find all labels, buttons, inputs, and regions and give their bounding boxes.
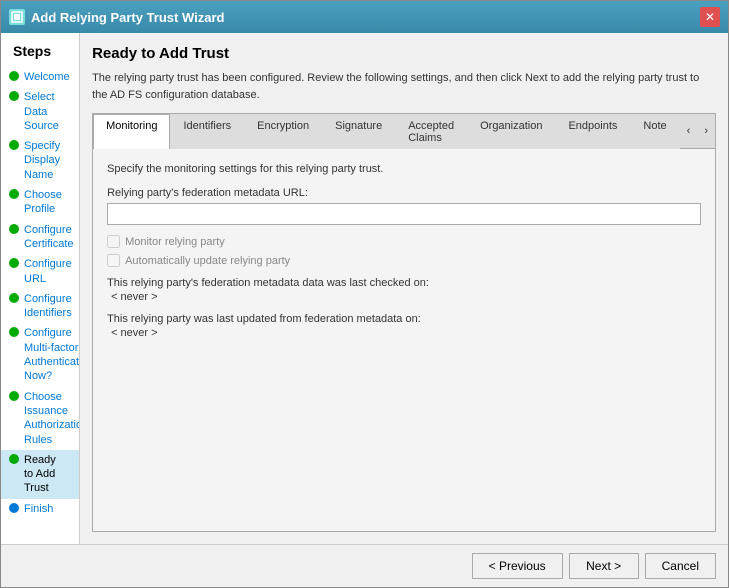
auto-update-checkbox-row: Automatically update relying party: [107, 254, 701, 267]
title-bar-left: Add Relying Party Trust Wizard: [9, 9, 224, 25]
next-button[interactable]: Next >: [569, 553, 639, 579]
monitoring-description: Specify the monitoring settings for this…: [107, 163, 701, 175]
dot-icon-choose-profile: [9, 189, 19, 199]
page-description: The relying party trust has been configu…: [92, 70, 716, 103]
dot-icon-welcome: [9, 71, 19, 81]
sidebar-item-configure-identifiers[interactable]: Configure Identifiers: [1, 289, 79, 324]
sidebar-item-ready-to-add[interactable]: Ready to Add Trust: [1, 450, 79, 499]
dot-icon-configure-identifiers: [9, 293, 19, 303]
sidebar-item-welcome[interactable]: Welcome: [1, 67, 79, 87]
dot-icon-ready-to-add: [9, 454, 19, 464]
dot-icon-choose-issuance: [9, 391, 19, 401]
sidebar-item-choose-issuance[interactable]: Choose Issuance Authorization Rules: [1, 387, 79, 450]
close-button[interactable]: ✕: [700, 7, 720, 27]
tab-panel: Monitoring Identifiers Encryption Signat…: [92, 113, 716, 532]
tab-endpoints[interactable]: Endpoints: [555, 114, 630, 149]
dot-icon-finish: [9, 503, 19, 513]
dot-icon-configure-url: [9, 258, 19, 268]
last-checked-value: < never >: [107, 291, 701, 303]
sidebar: Steps Welcome Select Data Source Specify…: [1, 33, 80, 544]
info-section: This relying party's federation metadata…: [107, 277, 701, 339]
tab-nav-left[interactable]: ‹: [680, 114, 698, 148]
dot-icon-configure-certificate: [9, 224, 19, 234]
wizard-window: Add Relying Party Trust Wizard ✕ Steps W…: [0, 0, 729, 588]
tabs-bar: Monitoring Identifiers Encryption Signat…: [93, 114, 715, 149]
cancel-button[interactable]: Cancel: [645, 553, 716, 579]
url-field-label: Relying party's federation metadata URL:: [107, 187, 701, 199]
sidebar-title: Steps: [1, 43, 79, 67]
last-updated-label: This relying party was last updated from…: [107, 313, 701, 325]
content-area: Steps Welcome Select Data Source Specify…: [1, 33, 728, 544]
sidebar-item-finish[interactable]: Finish: [1, 499, 79, 519]
sidebar-item-configure-certificate[interactable]: Configure Certificate: [1, 220, 79, 255]
dot-icon-specify-display-name: [9, 140, 19, 150]
last-updated-value: < never >: [107, 327, 701, 339]
monitor-checkbox[interactable]: [107, 235, 120, 248]
federation-metadata-url-input[interactable]: [107, 203, 701, 225]
sidebar-item-choose-profile[interactable]: Choose Profile: [1, 185, 79, 220]
monitor-checkbox-row: Monitor relying party: [107, 235, 701, 248]
sidebar-item-configure-multifactor[interactable]: Configure Multi-factor Authentication No…: [1, 323, 79, 386]
tab-signature[interactable]: Signature: [322, 114, 395, 149]
window-icon: [9, 9, 25, 25]
page-title: Ready to Add Trust: [92, 45, 716, 62]
title-bar: Add Relying Party Trust Wizard ✕: [1, 1, 728, 33]
previous-button[interactable]: < Previous: [472, 553, 563, 579]
tab-notes[interactable]: Note: [630, 114, 679, 149]
sidebar-item-configure-url[interactable]: Configure URL: [1, 254, 79, 289]
footer: < Previous Next > Cancel: [1, 544, 728, 587]
tab-content-monitoring: Specify the monitoring settings for this…: [93, 149, 715, 531]
sidebar-item-select-data-source[interactable]: Select Data Source: [1, 87, 79, 136]
tab-accepted-claims[interactable]: Accepted Claims: [395, 114, 467, 149]
dot-icon-select-data-source: [9, 91, 19, 101]
tab-organization[interactable]: Organization: [467, 114, 555, 149]
last-checked-label: This relying party's federation metadata…: [107, 277, 701, 289]
sidebar-item-specify-display-name[interactable]: Specify Display Name: [1, 136, 79, 185]
tab-monitoring[interactable]: Monitoring: [93, 114, 170, 149]
tab-nav-right[interactable]: ›: [697, 114, 715, 148]
window-title: Add Relying Party Trust Wizard: [31, 10, 224, 25]
monitor-checkbox-label: Monitor relying party: [125, 236, 225, 248]
tab-encryption[interactable]: Encryption: [244, 114, 322, 149]
auto-update-checkbox[interactable]: [107, 254, 120, 267]
dot-icon-configure-multifactor: [9, 327, 19, 337]
tab-nav-buttons: ‹ ›: [680, 114, 715, 148]
auto-update-checkbox-label: Automatically update relying party: [125, 255, 290, 267]
tab-identifiers[interactable]: Identifiers: [170, 114, 244, 149]
main-area: Ready to Add Trust The relying party tru…: [80, 33, 728, 544]
